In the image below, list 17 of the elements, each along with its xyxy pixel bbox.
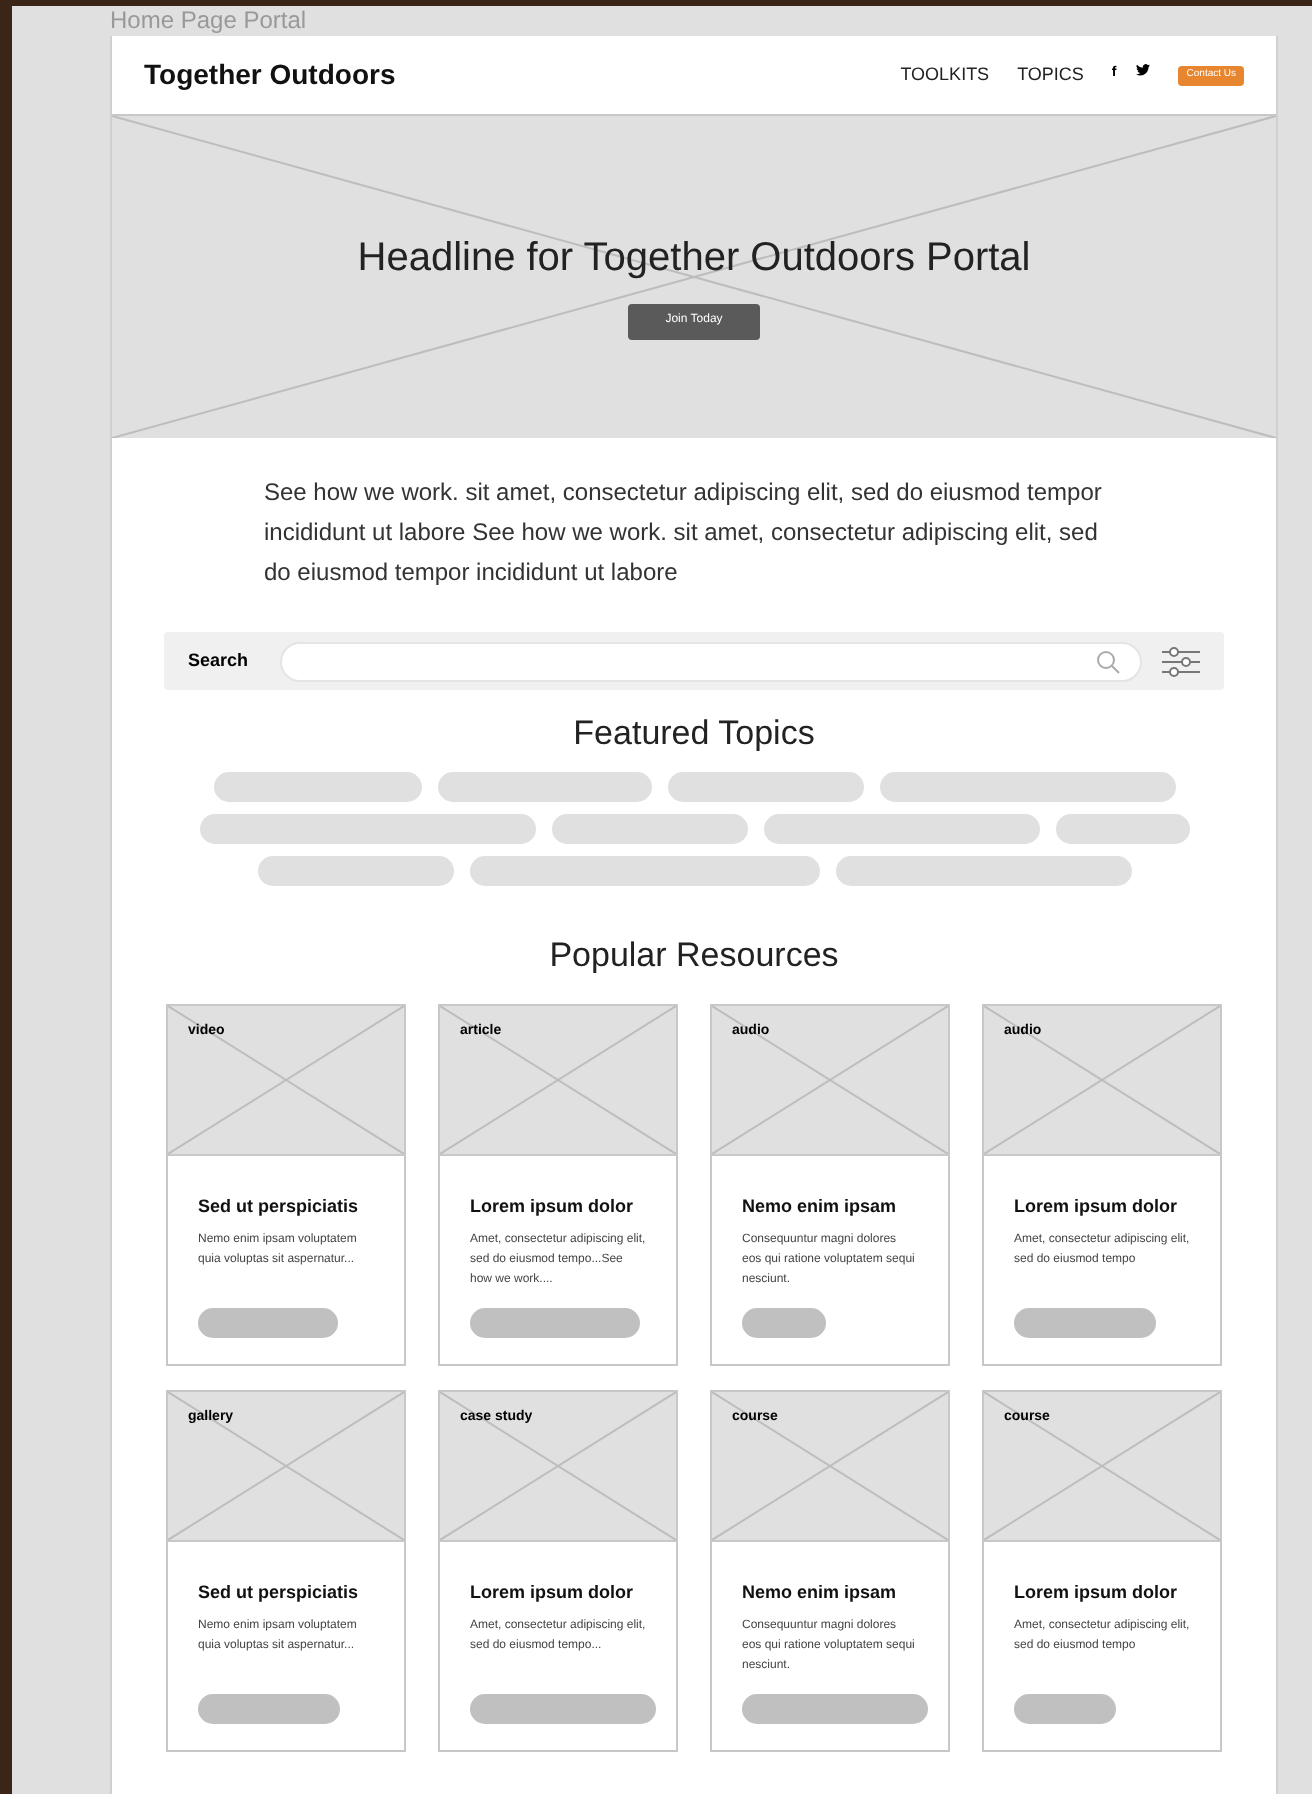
card-title: Lorem ipsum dolor (470, 1580, 636, 1606)
card-title: Nemo enim ipsam (742, 1580, 899, 1606)
nav-link[interactable]: TOOLKITS (900, 61, 990, 89)
card-title: Lorem ipsum dolor (1014, 1580, 1180, 1606)
card-title: Lorem ipsum dolor (1014, 1194, 1180, 1220)
card-title: Lorem ipsum dolor (470, 1194, 636, 1220)
intro-paragraph: See how we work. sit amet, consectetur adipiscing elit, sed do eiusmod tempor incididunt ut labore See how we work. sit amet, consectetur adipiscing elit, sed do eiusmod tempor incididunt ut labore (264, 476, 1104, 590)
search-label: Search (188, 647, 251, 674)
card-title: Sed ut perspiciatis (198, 1580, 361, 1606)
popular-resources-heading: Popular Resources (547, 933, 841, 977)
featured-topics-heading: Featured Topics (571, 712, 817, 756)
frame-title: Home Page Portal (110, 6, 309, 36)
nav-link[interactable]: TOPICS (1017, 61, 1084, 89)
card-title: Nemo enim ipsam (742, 1194, 899, 1220)
hero-headline: Headline for Together Outdoors Portal (357, 233, 1031, 283)
card-title: Sed ut perspiciatis (198, 1194, 361, 1220)
brand-name: Together Outdoors (144, 56, 396, 94)
